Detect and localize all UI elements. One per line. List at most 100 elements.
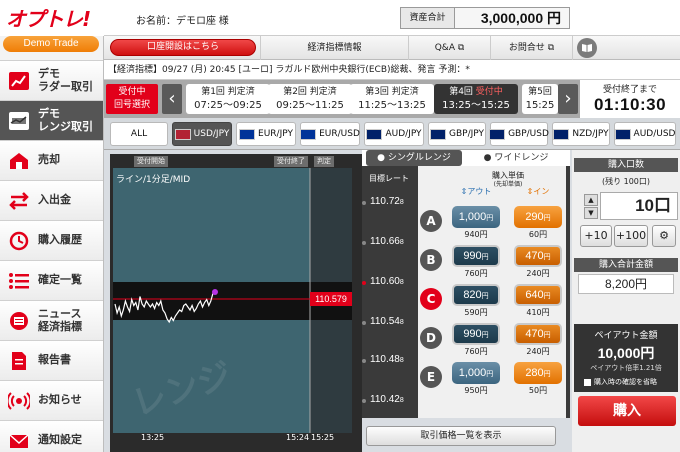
sidebar-item-3[interactable]: 売却 xyxy=(0,140,103,180)
sidebar-item-4[interactable]: 入出金 xyxy=(0,180,103,220)
in-sell-price: 240円 xyxy=(526,347,550,356)
sidebar-item-10[interactable]: 通知設定 xyxy=(0,420,103,452)
omit-confirm-row[interactable]: 購入時の確認を省略 xyxy=(574,377,678,387)
in-price: 470 xyxy=(525,328,544,340)
sidebar-item-label: 確定一覧 xyxy=(38,274,82,286)
out-sell-price: 590円 xyxy=(464,308,488,317)
tab-eur-jpy[interactable]: EUR/JPY xyxy=(236,122,296,146)
payout-label: ペイアウト金額 xyxy=(594,331,658,341)
range-letter-d[interactable]: D xyxy=(420,327,442,349)
in-price-button[interactable]: 290円 xyxy=(514,206,562,228)
yen-unit: 円 xyxy=(486,371,494,378)
round-card-3[interactable]: 第3回 判定済 11:25〜13:25 xyxy=(350,84,434,114)
flag-icon xyxy=(174,128,191,140)
flag-icon xyxy=(430,128,446,140)
next-round-button[interactable]: › xyxy=(558,84,578,114)
plus-100-button[interactable]: +100 xyxy=(614,225,648,247)
x-label-mid: 15:24 xyxy=(286,433,310,442)
qa-link[interactable]: Q&A ⧉ xyxy=(408,36,490,60)
economic-info-link[interactable]: 経済指標情報 xyxy=(260,36,408,60)
tab-single-range[interactable]: ● シングルレンジ xyxy=(366,150,462,166)
yen-unit: 円 xyxy=(481,293,489,300)
out-price-button[interactable]: 820円 xyxy=(452,284,500,306)
contact-link[interactable]: お問合せ ⧉ xyxy=(490,36,572,60)
out-price-button[interactable]: 1,000円 xyxy=(452,206,500,228)
round-live-label: 受付中 xyxy=(475,87,503,97)
yen-unit: 円 xyxy=(543,215,551,222)
round-card-4[interactable]: 第4回 受付中 13:25〜15:25 xyxy=(434,84,518,114)
sidebar-item-7[interactable]: ニュース 経済指標 xyxy=(0,300,103,340)
in-price-button[interactable]: 470円 xyxy=(514,323,562,345)
tab-aud-jpy[interactable]: AUD/JPY xyxy=(364,122,424,146)
target-rate: 110.668 xyxy=(370,236,404,247)
plus-10-button[interactable]: +10 xyxy=(580,225,612,247)
sidebar-item-1[interactable]: デモ ラダー取引 xyxy=(0,60,103,100)
in-price-button[interactable]: 470円 xyxy=(514,245,562,267)
sidebar-item-8[interactable]: 報告書 xyxy=(0,340,103,380)
range-letter-a[interactable]: A xyxy=(420,210,442,232)
show-price-list-button[interactable]: 取引価格一覧を表示 xyxy=(366,426,556,446)
in-price-button[interactable]: 280円 xyxy=(514,362,562,384)
logo-text: オプトレ! xyxy=(6,7,91,31)
prev-round-button[interactable]: ‹ xyxy=(162,84,182,114)
qty-remaining: (残り 100口) xyxy=(601,177,651,186)
out-price-button[interactable]: 1,000円 xyxy=(452,362,500,384)
tab-eur-usd[interactable]: EUR/USD xyxy=(300,122,360,146)
in-price-button[interactable]: 640円 xyxy=(514,284,562,306)
range-letter-b[interactable]: B xyxy=(420,249,442,271)
range-letter-c[interactable]: C xyxy=(420,288,442,310)
in-price: 290 xyxy=(525,211,544,223)
sidebar-item-label: お知らせ xyxy=(38,394,82,406)
round-card-5[interactable]: 第5回 15:25 xyxy=(522,84,558,114)
settings-button[interactable]: ⚙ xyxy=(652,225,676,247)
sidebar-item-6[interactable]: 確定一覧 xyxy=(0,260,103,300)
omit-confirm-checkbox[interactable] xyxy=(584,378,591,386)
out-price: 1,000 xyxy=(458,211,487,223)
in-sell-price: 60円 xyxy=(528,230,548,239)
tab-gbp-usd[interactable]: GBP/USD xyxy=(489,122,549,146)
sidebar-item-2[interactable]: デモ レンジ取引 xyxy=(0,100,103,140)
range-letter-e[interactable]: E xyxy=(420,366,442,388)
tab-usd-jpy[interactable]: USD/JPY xyxy=(172,122,232,146)
target-rate: 110.728 xyxy=(370,196,404,207)
round-title: 第5回 xyxy=(528,87,552,97)
tab-gbp-jpy[interactable]: GBP/JPY xyxy=(428,122,486,146)
flag-icon xyxy=(239,128,256,140)
open-account-button[interactable]: 口座開設はこちら xyxy=(110,39,256,56)
rate-marker xyxy=(362,281,366,285)
report-icon xyxy=(0,342,38,380)
chart-end-marker: 受付終了 xyxy=(274,156,308,167)
target-rate-header: 目標レート xyxy=(369,174,409,183)
round-card-2[interactable]: 第2回 判定済 09:25〜11:25 xyxy=(268,84,352,114)
buy-button[interactable]: 購入 xyxy=(578,396,676,426)
rate-suffix: 8 xyxy=(399,239,404,246)
payout-value: 10,000円 xyxy=(597,345,655,361)
yen-unit: 円 xyxy=(486,215,494,222)
out-price-button[interactable]: 990円 xyxy=(452,245,500,267)
sidebar-item-9[interactable]: お知らせ xyxy=(0,380,103,420)
sell-icon xyxy=(0,142,38,180)
list-icon xyxy=(0,262,38,300)
manual-link[interactable] xyxy=(572,36,602,60)
in-price: 640 xyxy=(525,289,544,301)
tab-aud-usd[interactable]: AUD/USD xyxy=(614,122,676,146)
round-card-1[interactable]: 第1回 判定済 07:25〜09:25 xyxy=(186,84,270,114)
range-chart-icon xyxy=(0,102,38,140)
economic-ticker[interactable]: 【経済指標】09/27 (月) 20:45 [ユーロ] ラガルド欧州中央銀行(E… xyxy=(104,60,680,80)
qty-up-button[interactable]: ▲ xyxy=(584,194,598,206)
rate-suffix: 8 xyxy=(399,279,404,286)
logo[interactable]: オプトレ! xyxy=(0,0,104,36)
broadcast-icon xyxy=(0,382,38,420)
rate-value: 110.42 xyxy=(370,394,400,405)
mail-icon xyxy=(0,422,38,452)
out-price-button[interactable]: 990円 xyxy=(452,323,500,345)
tab-nzd-jpy[interactable]: NZD/JPY xyxy=(552,122,610,146)
tab-wide-range[interactable]: ● ワイドレンジ xyxy=(466,150,566,166)
out-price: 990 xyxy=(463,250,482,262)
sidebar-item-label: デモ レンジ取引 xyxy=(38,107,93,133)
tab-all[interactable]: ALL xyxy=(110,122,168,146)
tab-label: EUR/USD xyxy=(319,129,360,139)
qty-down-button[interactable]: ▼ xyxy=(584,207,598,219)
sidebar-item-5[interactable]: 購入履歴 xyxy=(0,220,103,260)
qty-input[interactable]: 10口 xyxy=(600,192,678,220)
